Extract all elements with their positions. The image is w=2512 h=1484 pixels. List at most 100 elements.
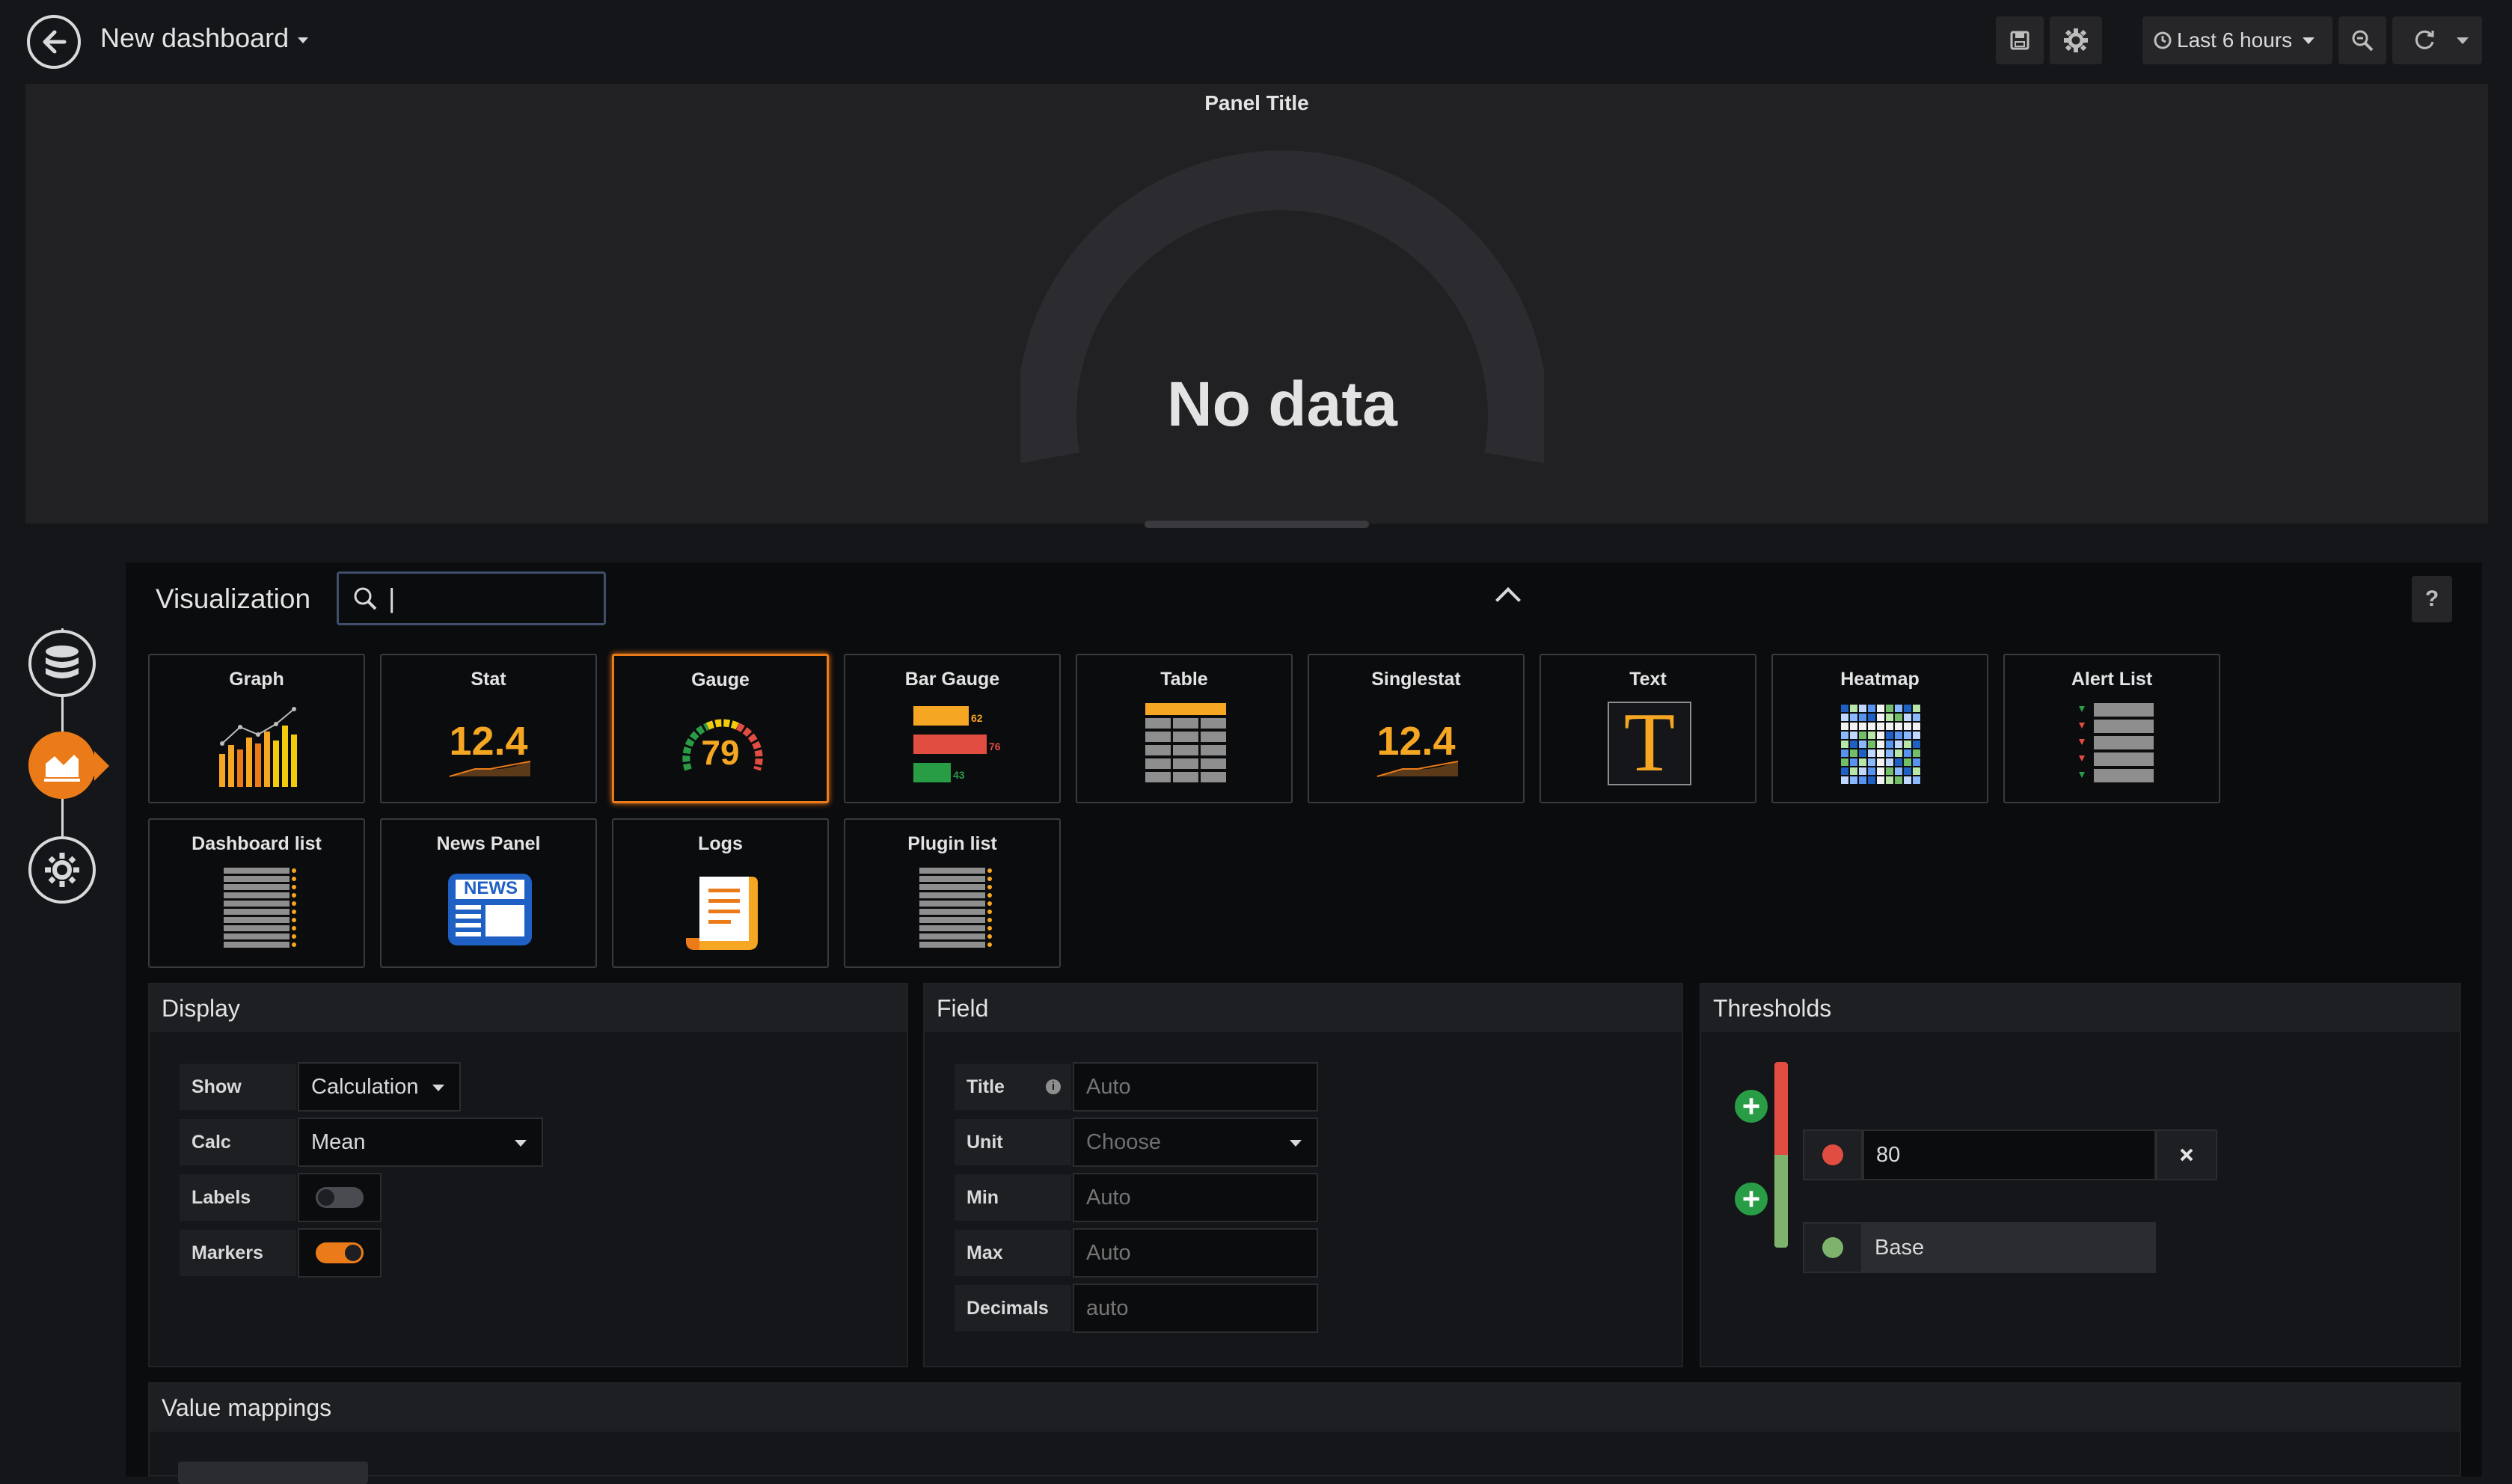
value-mappings-section: Value mappings — [148, 1382, 2461, 1484]
list-row-bar — [919, 942, 985, 948]
heatmap-cell — [1913, 776, 1920, 784]
heatmap-cell — [1868, 749, 1875, 757]
add-threshold-button[interactable]: + — [1733, 1180, 1770, 1218]
heatmap-cell — [1877, 705, 1884, 712]
refresh-caret-icon[interactable] — [2457, 37, 2469, 44]
viz-card-label: News Panel — [436, 833, 541, 854]
viz-card-table[interactable]: Table — [1076, 654, 1293, 803]
decimals-input[interactable] — [1073, 1284, 1318, 1333]
refresh-icon — [2415, 30, 2434, 49]
database-icon — [46, 646, 79, 678]
unit-select[interactable]: Choose — [1073, 1117, 1318, 1167]
alert-list-icon — [2079, 703, 2154, 782]
dashboard-settings-button[interactable] — [2050, 16, 2102, 64]
heatmap-cell — [1868, 767, 1875, 775]
zoom-out-button[interactable] — [2338, 16, 2386, 64]
viz-card-news-panel[interactable]: News Panel NEWS — [380, 818, 597, 968]
viz-card-text[interactable]: Text T — [1540, 654, 1756, 803]
min-input[interactable] — [1073, 1173, 1318, 1222]
visualization-search-input[interactable]: | — [337, 571, 606, 625]
viz-card-heatmap[interactable]: Heatmap — [1771, 654, 1988, 803]
top-navbar: New dashboard Last 6 hours — [0, 0, 2512, 81]
viz-card-graph[interactable]: Graph — [148, 654, 365, 803]
add-threshold-button[interactable]: + — [1733, 1088, 1770, 1125]
labels-toggle[interactable] — [316, 1187, 364, 1208]
general-settings-tab[interactable] — [28, 836, 96, 904]
threshold-color-picker[interactable] — [1803, 1222, 1863, 1273]
viz-card-singlestat[interactable]: Singlestat 12.4 — [1308, 654, 1525, 803]
list-row-bar — [224, 884, 290, 890]
heatmap-cell — [1904, 705, 1911, 712]
panel-title[interactable]: Panel Title — [25, 91, 2488, 115]
heatmap-cell — [1877, 732, 1884, 739]
info-icon[interactable]: i — [1046, 1079, 1061, 1094]
no-data-text: No data — [1166, 369, 1398, 439]
heatmap-cell — [1841, 776, 1848, 784]
refresh-button[interactable] — [2392, 16, 2482, 64]
threshold-color-picker[interactable] — [1803, 1129, 1863, 1180]
list-row-bar — [224, 909, 290, 915]
news-panel-glyph: NEWS — [464, 878, 518, 898]
unit-select-placeholder: Choose — [1086, 1130, 1161, 1154]
heatmap-cell — [1850, 758, 1857, 766]
cog-icon — [45, 853, 79, 887]
visualization-tab[interactable] — [28, 732, 96, 799]
heatmap-cell — [1859, 776, 1866, 784]
max-input[interactable] — [1073, 1228, 1318, 1278]
viz-card-logs[interactable]: Logs — [612, 818, 829, 968]
green-dot-icon — [1822, 1237, 1843, 1258]
heatmap-cell — [1886, 749, 1893, 757]
viz-card-bar-gauge[interactable]: Bar Gauge 62 76 43 — [844, 654, 1061, 803]
bar-gauge-value-1: 62 — [971, 712, 983, 724]
save-dashboard-button[interactable] — [1996, 16, 2044, 64]
help-button[interactable]: ? — [2412, 576, 2452, 622]
list-row-dot — [987, 893, 992, 898]
remove-threshold-button[interactable] — [2156, 1129, 2217, 1180]
heatmap-cell — [1886, 758, 1893, 766]
time-picker-button[interactable]: Last 6 hours — [2142, 16, 2332, 64]
gear-icon — [2064, 28, 2088, 52]
queries-tab[interactable] — [28, 630, 96, 697]
viz-card-stat[interactable]: Stat 12.4 — [380, 654, 597, 803]
toggle-knob — [345, 1245, 361, 1261]
markers-toggle[interactable] — [316, 1242, 364, 1263]
list-row-dot — [987, 901, 992, 906]
active-tab-arrow-icon — [94, 751, 109, 781]
list-row-dot — [292, 926, 296, 930]
add-value-mapping-button[interactable] — [178, 1462, 368, 1484]
threshold-value-input[interactable] — [1863, 1129, 2156, 1180]
display-section-title: Display — [150, 984, 907, 1032]
heatmap-cell — [1913, 741, 1920, 748]
viz-card-plugin-list[interactable]: Plugin list — [844, 818, 1061, 968]
field-section: Field Title i Unit Choose Min Max Decima… — [923, 983, 1683, 1367]
heatmap-cell — [1895, 723, 1902, 730]
stat-sample-value: 12.4 — [449, 719, 528, 764]
panel-resize-handle[interactable] — [1145, 521, 1369, 528]
field-section-title: Field — [925, 984, 1682, 1032]
show-select[interactable]: Calculation — [298, 1062, 461, 1112]
gauge-sample-value: 79 — [701, 733, 740, 772]
calc-select[interactable]: Mean — [298, 1117, 543, 1167]
clock-icon — [2154, 31, 2172, 49]
list-row-bar — [919, 901, 985, 907]
heatmap-icon — [1841, 705, 1920, 784]
chevron-down-icon — [1290, 1140, 1302, 1147]
heatmap-cell — [1868, 741, 1875, 748]
list-row-bar — [224, 942, 290, 948]
heatmap-cell — [1859, 705, 1866, 712]
field-title-input[interactable] — [1073, 1062, 1318, 1112]
close-icon — [2180, 1148, 2193, 1162]
heatmap-cell — [1904, 758, 1911, 766]
viz-card-gauge[interactable]: Gauge 79 — [612, 654, 829, 803]
heatmap-cell — [1868, 776, 1875, 784]
dashboard-list-icon — [224, 868, 296, 948]
list-row-dot — [292, 910, 296, 914]
back-button[interactable] — [27, 15, 81, 69]
viz-card-label: Heatmap — [1840, 669, 1920, 690]
heatmap-cell — [1850, 767, 1857, 775]
heatmap-cell — [1913, 749, 1920, 757]
dashboard-title[interactable]: New dashboard — [100, 22, 289, 54]
dashboard-caret-icon[interactable] — [298, 37, 308, 43]
viz-card-dashboard-list[interactable]: Dashboard list — [148, 818, 365, 968]
viz-card-alert-list[interactable]: Alert List — [2003, 654, 2220, 803]
